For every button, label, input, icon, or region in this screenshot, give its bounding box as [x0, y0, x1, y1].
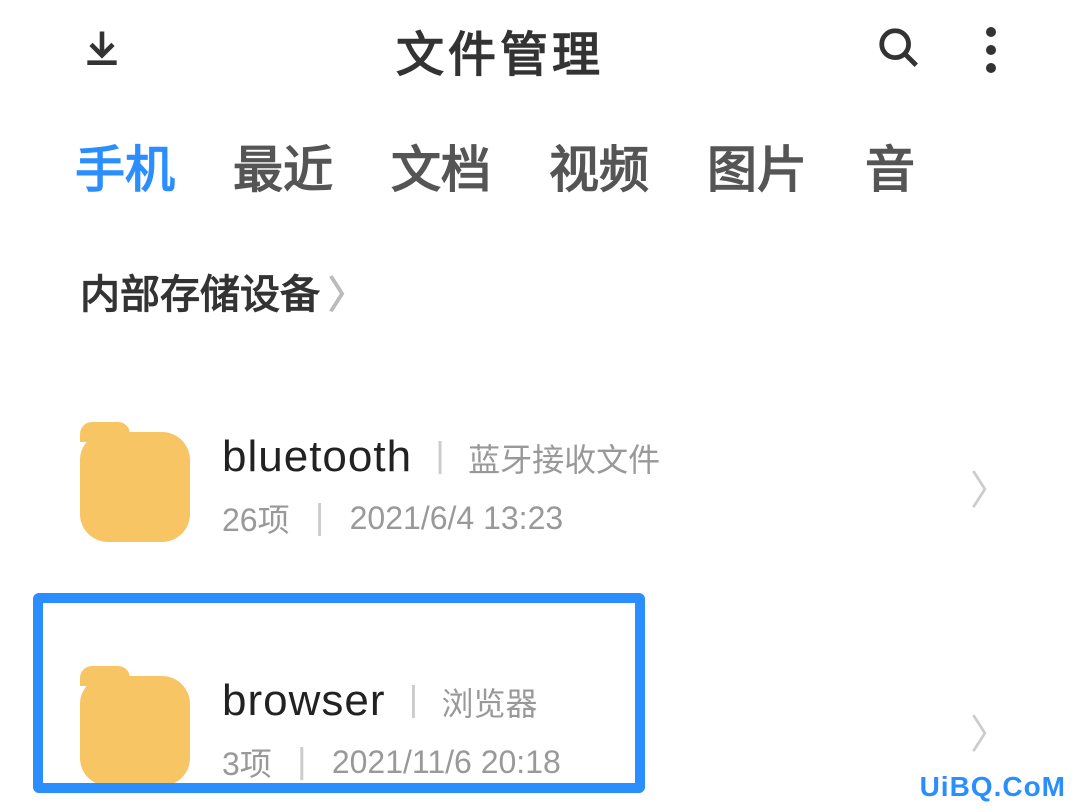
tab-recent[interactable]: 最近 [233, 130, 333, 202]
folder-item-bluetooth[interactable]: bluetooth 丨 蓝牙接收文件 26项 丨 2021/6/4 13:23 … [0, 410, 1080, 564]
divider: 丨 [284, 736, 320, 788]
tabs: 手机 最近 文档 视频 图片 音 [0, 100, 1080, 232]
page-title: 文件管理 [124, 15, 876, 85]
folder-count: 3项 [222, 739, 272, 785]
tab-docs[interactable]: 文档 [391, 130, 491, 202]
folder-name: bluetooth [222, 432, 412, 482]
tab-phone[interactable]: 手机 [75, 130, 175, 202]
header: 文件管理 [0, 0, 1080, 100]
watermark: UiBQ.CoM [920, 771, 1066, 803]
folder-date: 2021/6/4 13:23 [350, 500, 564, 537]
breadcrumb-label: 内部存储设备 [80, 262, 320, 320]
search-icon[interactable] [876, 25, 922, 76]
folder-desc: 浏览器 [442, 679, 538, 725]
folder-item-browser[interactable]: browser 丨 浏览器 3项 丨 2021/11/6 20:18 〉 [0, 654, 1080, 808]
folder-info: browser 丨 浏览器 3项 丨 2021/11/6 20:18 [222, 674, 970, 788]
folder-list: bluetooth 丨 蓝牙接收文件 26项 丨 2021/6/4 13:23 … [0, 350, 1080, 808]
folder-icon [80, 432, 190, 542]
folder-count: 26项 [222, 495, 290, 541]
tab-audio[interactable]: 音 [865, 130, 915, 202]
divider: 丨 [302, 492, 338, 544]
chevron-right-icon: 〉 [970, 702, 1010, 760]
breadcrumb[interactable]: 内部存储设备 〉 [0, 232, 1080, 350]
folder-info: bluetooth 丨 蓝牙接收文件 26项 丨 2021/6/4 13:23 [222, 430, 970, 544]
chevron-right-icon: 〉 [328, 264, 366, 319]
divider: 丨 [422, 430, 458, 482]
divider: 丨 [396, 674, 432, 726]
folder-name: browser [222, 676, 386, 726]
more-icon[interactable] [982, 23, 1000, 77]
tab-image[interactable]: 图片 [707, 130, 807, 202]
folder-date: 2021/11/6 20:18 [332, 744, 561, 781]
chevron-right-icon: 〉 [970, 458, 1010, 516]
download-icon[interactable] [80, 26, 124, 75]
folder-desc: 蓝牙接收文件 [468, 435, 660, 481]
folder-icon [80, 676, 190, 786]
tab-video[interactable]: 视频 [549, 130, 649, 202]
